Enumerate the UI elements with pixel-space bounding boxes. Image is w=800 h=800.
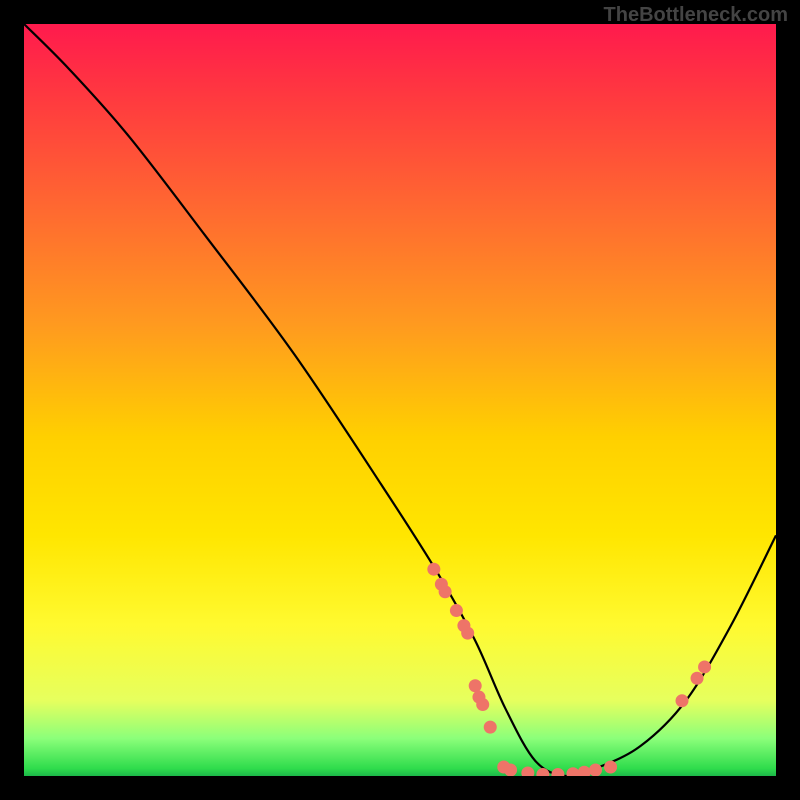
data-marker — [589, 763, 602, 776]
data-marker — [536, 768, 549, 776]
curve-line — [24, 24, 776, 776]
chart-svg — [24, 24, 776, 776]
data-marker — [604, 760, 617, 773]
data-marker — [551, 768, 564, 776]
curve-markers — [427, 563, 711, 776]
watermark-text: TheBottleneck.com — [604, 4, 788, 27]
data-marker — [521, 766, 534, 776]
data-marker — [469, 679, 482, 692]
data-marker — [450, 604, 463, 617]
data-marker — [461, 627, 474, 640]
data-marker — [504, 763, 517, 776]
data-marker — [427, 563, 440, 576]
data-marker — [439, 585, 452, 598]
plot-area — [24, 24, 776, 776]
data-marker — [578, 766, 591, 776]
data-marker — [566, 767, 579, 776]
chart-container: TheBottleneck.com — [0, 0, 800, 800]
data-marker — [476, 698, 489, 711]
data-marker — [698, 660, 711, 673]
data-marker — [691, 672, 704, 685]
data-marker — [484, 721, 497, 734]
data-marker — [676, 694, 689, 707]
